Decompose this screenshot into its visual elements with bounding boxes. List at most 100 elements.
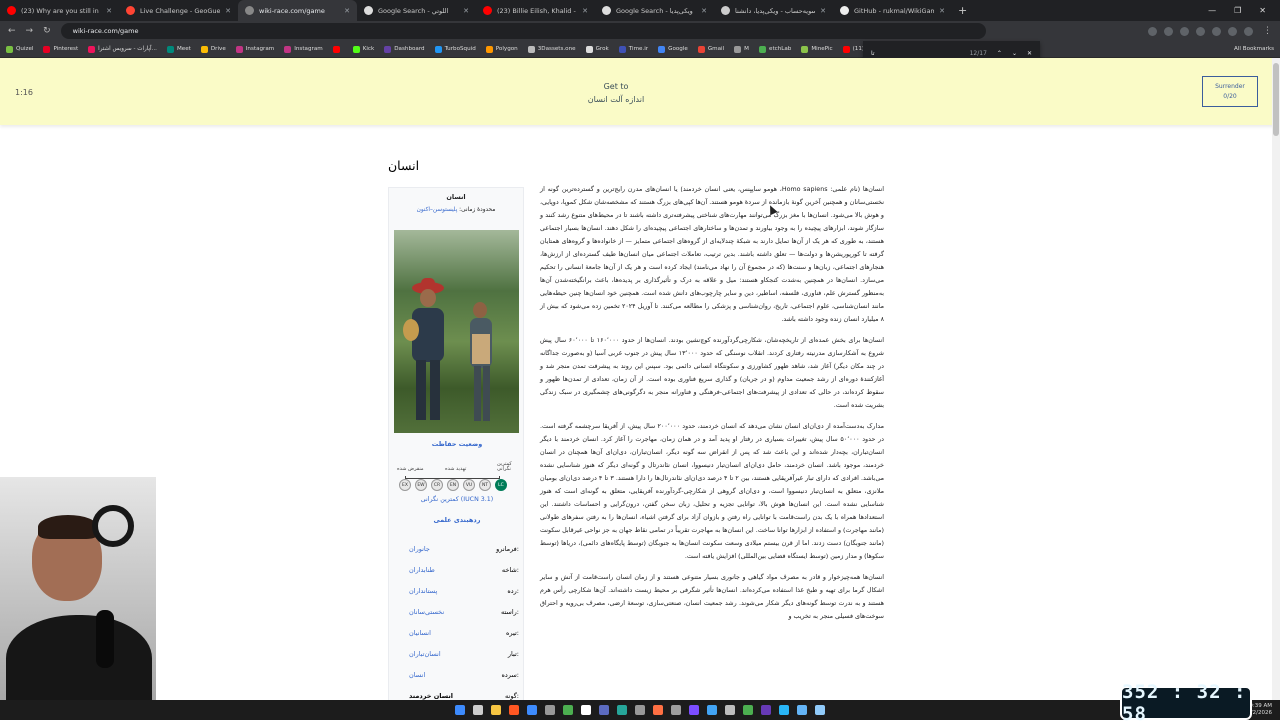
tab-close-icon[interactable]: ✕: [701, 7, 707, 15]
taskbar-app-icon[interactable]: [599, 705, 609, 715]
find-input[interactable]: تا: [871, 50, 960, 57]
bookmark-item[interactable]: Instagram: [235, 45, 274, 53]
bookmark-item[interactable]: Google: [658, 45, 688, 53]
browser-tab[interactable]: GitHub - rukmal/WikiGameHe... ✕: [833, 0, 952, 21]
conservation-en-badge[interactable]: EN: [447, 479, 459, 491]
conservation-nt-badge[interactable]: NT: [479, 479, 491, 491]
taskbar-app-icon[interactable]: [545, 705, 555, 715]
reload-icon[interactable]: ↻: [43, 26, 51, 36]
find-down-icon[interactable]: ⌄: [1012, 50, 1017, 57]
bookmark-item[interactable]: TurboSquid: [434, 45, 476, 53]
browser-tab[interactable]: wiki-race.com/game ✕: [238, 0, 357, 21]
conservation-cr-badge[interactable]: CR: [431, 479, 443, 491]
bookmark-item[interactable]: Quizel: [6, 45, 33, 53]
find-close-icon[interactable]: ✕: [1027, 50, 1032, 57]
taskbar-app-icon[interactable]: [653, 705, 663, 715]
taskbar-app-icon[interactable]: [527, 705, 537, 715]
conservation-lc-badge[interactable]: LC: [495, 479, 507, 491]
taskbar-app-icon[interactable]: [473, 705, 483, 715]
menu-icon[interactable]: ⋮: [1263, 26, 1272, 36]
range-link[interactable]: پلیستوسن–اکنون: [417, 207, 458, 213]
url-input[interactable]: wiki-race.com/game: [60, 23, 986, 39]
extension-icon[interactable]: [1196, 26, 1205, 36]
taskbar-app-icon[interactable]: [635, 705, 645, 715]
browser-tab[interactable]: (23) Billie Eilish, Khalid - lo... ✕: [476, 0, 595, 21]
taxonomy-value[interactable]: طنابداران: [395, 566, 435, 574]
tab-close-icon[interactable]: ✕: [820, 7, 826, 15]
taskbar-app-icon[interactable]: [725, 705, 735, 715]
forward-icon[interactable]: →: [26, 26, 34, 36]
tab-close-icon[interactable]: ✕: [225, 7, 231, 15]
new-tab-icon[interactable]: +: [952, 0, 973, 21]
taskbar-app-icon[interactable]: [563, 705, 573, 715]
close-window-icon[interactable]: ✕: [1259, 6, 1266, 15]
taxonomy-value[interactable]: انسان خردمند: [395, 692, 453, 700]
taxonomy-value[interactable]: جانوران: [395, 545, 430, 553]
conservation-vu-badge[interactable]: VU: [463, 479, 475, 491]
taskbar-app-icon[interactable]: [761, 705, 771, 715]
tab-close-icon[interactable]: ✕: [106, 7, 112, 15]
taxonomy-value[interactable]: انسان‌تباران: [395, 650, 441, 658]
bookmark-item[interactable]: Instagram: [284, 45, 323, 53]
extension-icon[interactable]: [1180, 26, 1189, 36]
browser-tab[interactable]: Google Search - ویکی‌پدیا ✕: [595, 0, 714, 21]
taskbar-app-icon[interactable]: [617, 705, 627, 715]
taskbar-app-icon[interactable]: [581, 705, 591, 715]
taskbar-app-icon[interactable]: [779, 705, 789, 715]
bookmark-item[interactable]: Dashboard: [384, 45, 425, 53]
taskbar-app-icon[interactable]: [707, 705, 717, 715]
infobox-photo[interactable]: [394, 230, 519, 433]
back-icon[interactable]: ←: [8, 26, 16, 36]
taskbar-app-icon[interactable]: [509, 705, 519, 715]
bookmark-favicon-icon: [585, 45, 593, 53]
tab-close-icon[interactable]: ✕: [939, 7, 945, 15]
taxonomy-value[interactable]: پستانداران: [395, 587, 437, 595]
surrender-button[interactable]: Surrender 0/20: [1202, 76, 1258, 107]
bookmark-item[interactable]: Meet: [166, 45, 191, 53]
bookmark-item[interactable]: etchLab: [759, 45, 791, 53]
bookmark-item[interactable]: Polygon: [485, 45, 518, 53]
conservation-ew-badge[interactable]: EW: [415, 479, 427, 491]
taxonomy-value[interactable]: انسانیان: [395, 629, 431, 637]
bookmark-item[interactable]: Gmail: [697, 45, 724, 53]
taskbar-app-icon[interactable]: [491, 705, 501, 715]
taskbar-app-icon[interactable]: [797, 705, 807, 715]
profile-icon[interactable]: [1244, 26, 1253, 36]
taskbar-app-icon[interactable]: [671, 705, 681, 715]
find-up-icon[interactable]: ⌃: [997, 50, 1002, 57]
bookmark-item[interactable]: Kick: [352, 45, 374, 53]
tab-close-icon[interactable]: ✕: [582, 7, 588, 15]
browser-tab[interactable]: تسویه‌حساب - ویکی‌پدیا، دانشنا... ✕: [714, 0, 833, 21]
bookmark-item[interactable]: 3Dassets.one: [527, 45, 576, 53]
start-icon[interactable]: [455, 705, 465, 715]
browser-tab[interactable]: Live Challenge - GeoGuessr ✕: [119, 0, 238, 21]
extension-icon[interactable]: [1148, 26, 1157, 36]
extension-icon[interactable]: [1228, 26, 1237, 36]
browser-tab[interactable]: Google Search - اللوتي ✕: [357, 0, 476, 21]
browser-tab[interactable]: (23) Why are you still in touch... ✕: [0, 0, 119, 21]
bookmark-item[interactable]: [332, 45, 343, 53]
bookmark-item[interactable]: آپارات - سرویس اشترا...: [88, 45, 157, 53]
taxonomy-value[interactable]: نخستی‌سانان: [395, 608, 444, 616]
iucn-status[interactable]: کمترین نگرانی (IUCN 3.1): [389, 496, 525, 503]
tab-close-icon[interactable]: ✕: [344, 7, 350, 15]
taskbar-app-icon[interactable]: [743, 705, 753, 715]
bookmark-item[interactable]: Time.ir: [618, 45, 648, 53]
scrollbar-thumb[interactable]: [1273, 63, 1279, 136]
bookmark-item[interactable]: Grok: [585, 45, 609, 53]
page-scrollbar[interactable]: [1272, 58, 1280, 700]
extension-icon[interactable]: [1164, 26, 1173, 36]
conservation-ex-badge[interactable]: EX: [399, 479, 411, 491]
tab-close-icon[interactable]: ✕: [463, 7, 469, 15]
all-bookmarks[interactable]: All Bookmarks: [1234, 46, 1274, 52]
taskbar-app-icon[interactable]: [815, 705, 825, 715]
bookmark-item[interactable]: M: [734, 45, 749, 53]
bookmark-item[interactable]: MinePic: [801, 45, 833, 53]
maximize-icon[interactable]: ❐: [1234, 6, 1241, 15]
minimize-icon[interactable]: —: [1208, 6, 1216, 15]
bookmark-item[interactable]: Drive: [200, 45, 226, 53]
taxonomy-value[interactable]: انسان: [395, 671, 425, 679]
taskbar-app-icon[interactable]: [689, 705, 699, 715]
bookmark-item[interactable]: Pinterest: [43, 45, 78, 53]
extension-icon[interactable]: [1212, 26, 1221, 36]
